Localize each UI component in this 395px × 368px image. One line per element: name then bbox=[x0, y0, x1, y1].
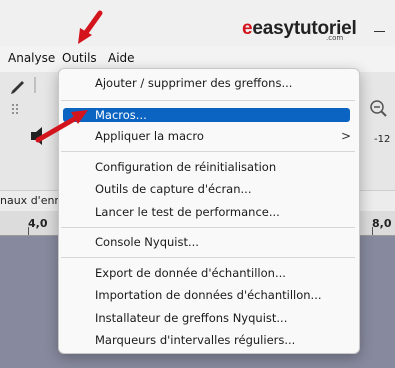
annotation-arrows bbox=[35, 10, 103, 143]
arrow-to-macros-icon bbox=[35, 110, 88, 143]
arrow-to-outils-icon bbox=[78, 10, 103, 44]
